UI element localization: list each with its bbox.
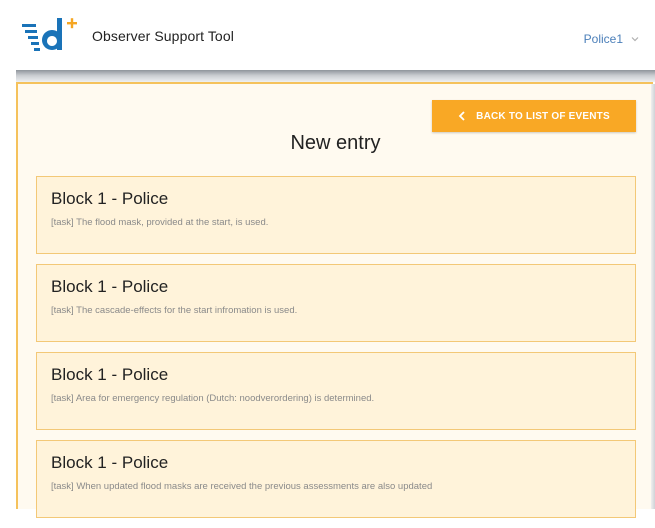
- entry-title: Block 1 - Police: [51, 365, 169, 384]
- user-menu[interactable]: Police1: [584, 32, 639, 46]
- dplus-logo-icon[interactable]: [22, 16, 92, 62]
- app-title: Observer Support Tool: [92, 28, 234, 44]
- entry-title: Block 1 - Police: [51, 189, 169, 208]
- entry-title: Block 1 - Police: [51, 277, 169, 296]
- chevron-down-icon: [631, 37, 639, 42]
- entry-card[interactable]: Block 1 - Police [task] The cascade-effe…: [36, 264, 636, 342]
- back-button-label: BACK TO LIST OF EVENTS: [476, 110, 610, 122]
- back-to-list-button[interactable]: BACK TO LIST OF EVENTS: [432, 100, 636, 132]
- entry-task: [task] The flood mask, provided at the s…: [51, 217, 269, 228]
- chevron-left-icon: [458, 111, 465, 121]
- entry-task: [task] The cascade-effects for the start…: [51, 305, 298, 316]
- page-title: New entry: [290, 132, 381, 154]
- scroll-edge: [651, 84, 655, 509]
- entry-card[interactable]: Block 1 - Police [task] Area for emergen…: [36, 352, 636, 430]
- main-content: BACK TO LIST OF EVENTS New entry Block 1…: [16, 82, 653, 518]
- entry-card[interactable]: Block 1 - Police [task] The flood mask, …: [36, 176, 636, 254]
- entry-card[interactable]: Block 1 - Police [task] When updated flo…: [36, 440, 636, 518]
- entry-task: [task] When updated flood masks are rece…: [51, 481, 433, 492]
- app-header: Observer Support Tool Police1: [16, 10, 655, 70]
- entry-list: Block 1 - Police [task] The flood mask, …: [36, 176, 636, 528]
- user-name: Police1: [583, 32, 623, 46]
- entry-task: [task] Area for emergency regulation (Du…: [51, 393, 375, 404]
- entry-title: Block 1 - Police: [51, 453, 169, 472]
- header-divider: [16, 70, 655, 82]
